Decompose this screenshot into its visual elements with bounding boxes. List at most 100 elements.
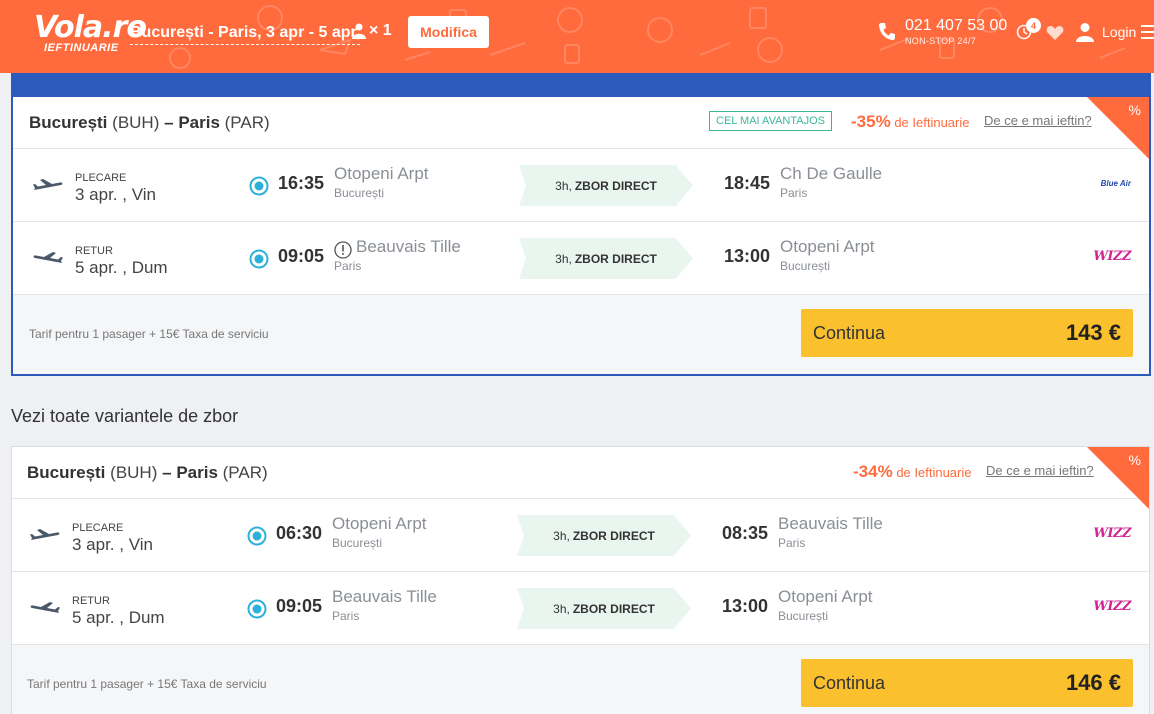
arrival-time: 13:00 — [724, 246, 771, 266]
continue-button[interactable]: Continua 146 € — [801, 659, 1133, 707]
arrival-airport: Beauvais Tille — [778, 514, 883, 533]
continue-label: Continua — [813, 322, 886, 343]
discount-label: -34% de Ieftinuarie — [853, 462, 971, 482]
passenger-count-label: × 1 — [369, 22, 392, 39]
destination-city: Paris — [178, 113, 220, 132]
outbound-leg[interactable]: PLECARE 3 apr. , Vin 06:30 Otopeni Arpt … — [12, 499, 1149, 572]
person-icon — [352, 23, 366, 39]
arrival-city: București — [780, 259, 831, 273]
departure-airport: Beauvais Tille — [332, 587, 437, 606]
airline-logo: Blue Air — [1100, 179, 1131, 188]
departure-time: 09:05 — [278, 246, 325, 266]
menu-icon[interactable] — [1141, 24, 1154, 40]
continue-button[interactable]: Continua 143 € — [801, 309, 1133, 357]
discount-label: -35% de Ieftinuarie — [851, 112, 969, 132]
passenger-count[interactable]: × 1 — [352, 22, 392, 40]
continue-label: Continua — [813, 672, 886, 693]
fare-note: Tarif pentru 1 pasager + 15€ Taxa de ser… — [29, 327, 269, 341]
direct-flight-label: ZBOR DIRECT — [574, 251, 657, 266]
arrival-airport: Ch De Gaulle — [780, 164, 883, 183]
phone-number[interactable]: 021 407 53 00 — [905, 17, 1007, 35]
top-header: Vola.ro IEFTINUARIE București - Paris, 3… — [0, 0, 1154, 73]
selected-radio-icon[interactable] — [249, 176, 269, 196]
heart-icon[interactable] — [1046, 25, 1064, 40]
direct-flight-label: ZBOR DIRECT — [572, 601, 655, 616]
flight-duration-badge: 3h, ZBOR DIRECT — [519, 165, 693, 206]
flight-offer-card: București (BUH) – Paris (PAR) CEL MAI AV… — [11, 97, 1151, 376]
plane-departure-icon — [30, 529, 60, 540]
flight-duration: 3h, — [555, 251, 572, 266]
destination-city: Paris — [176, 463, 218, 482]
discount-text: de Ieftinuarie — [894, 115, 970, 130]
airline-logo: WIZZ — [1093, 599, 1131, 614]
return-leg[interactable]: RETUR 5 apr. , Dum 09:05 Beauvais Tille … — [12, 572, 1149, 645]
why-cheaper-link[interactable]: De ce e mai ieftin? — [984, 113, 1092, 128]
card-header: București (BUH) – Paris (PAR) -34% de Ie… — [12, 447, 1149, 509]
featured-offer-bar — [11, 73, 1151, 97]
best-value-badge: CEL MAI AVANTAJOS — [709, 111, 833, 131]
outbound-leg[interactable]: PLECARE 3 apr. , Vin 16:35 Otopeni Arpt … — [13, 149, 1149, 222]
route-title: București (BUH) – Paris (PAR) — [27, 463, 268, 483]
arrival-airport: Otopeni Arpt — [778, 587, 873, 606]
selected-radio-icon[interactable] — [247, 526, 267, 546]
leg-date: 5 apr. , Dum — [72, 608, 165, 627]
arrival-city: București — [778, 609, 829, 623]
return-leg[interactable]: RETUR 5 apr. , Dum 09:05 Beauvais Tille … — [13, 222, 1149, 295]
leg-type-label: PLECARE — [75, 172, 127, 184]
discount-percent: -35% — [851, 112, 891, 131]
selected-radio-icon[interactable] — [249, 249, 269, 269]
origin-city: București — [29, 113, 108, 132]
flight-offer-card: București (BUH) – Paris (PAR) -34% de Ie… — [11, 446, 1150, 714]
airline-logo: WIZZ — [1093, 526, 1131, 541]
arrival-time: 18:45 — [724, 173, 771, 193]
flight-duration: 3h, — [555, 178, 572, 193]
leg-date: 3 apr. , Vin — [75, 185, 156, 204]
leg-date: 3 apr. , Vin — [72, 535, 153, 554]
card-header: București (BUH) – Paris (PAR) CEL MAI AV… — [13, 97, 1149, 159]
departure-time: 16:35 — [278, 173, 325, 193]
arrival-city: Paris — [778, 536, 806, 550]
percent-icon: % — [1128, 452, 1141, 468]
departure-airport: Otopeni Arpt — [332, 514, 427, 533]
vola-logo[interactable]: Vola.ro IEFTINUARIE — [12, 8, 147, 64]
departure-city: București — [334, 186, 385, 200]
route-title: București (BUH) – Paris (PAR) — [29, 113, 270, 133]
selected-radio-icon[interactable] — [247, 599, 267, 619]
history-count-badge: 4 — [1026, 18, 1041, 33]
price: 146 € — [1065, 670, 1121, 695]
departure-airport: Otopeni Arpt — [334, 164, 429, 183]
departure-time: 09:05 — [276, 596, 323, 616]
why-cheaper-link[interactable]: De ce e mai ieftin? — [986, 463, 1094, 478]
departure-city: Paris — [334, 259, 362, 273]
origin-code: (BUH) — [110, 463, 158, 482]
discount-text: de Ieftinuarie — [896, 465, 972, 480]
departure-time: 06:30 — [276, 523, 323, 543]
search-summary[interactable]: București - Paris, 3 apr - 5 apr, — [130, 24, 361, 45]
logo-tagline: IEFTINUARIE — [44, 42, 119, 54]
arrival-time: 13:00 — [722, 596, 769, 616]
leg-type-label: RETUR — [75, 245, 113, 257]
arrival-time: 08:35 — [722, 523, 769, 543]
flight-duration: 3h, — [553, 601, 570, 616]
flight-duration-badge: 3h, ZBOR DIRECT — [517, 588, 691, 629]
departure-city: București — [332, 536, 383, 550]
destination-code: (PAR) — [222, 463, 268, 482]
direct-flight-label: ZBOR DIRECT — [572, 528, 655, 543]
departure-airport: Beauvais Tille — [356, 237, 461, 256]
departure-city: Paris — [332, 609, 360, 623]
airline-logo: WIZZ — [1093, 249, 1131, 264]
warning-icon[interactable] — [334, 241, 352, 259]
arrival-city: Paris — [780, 186, 808, 200]
leg-type-label: PLECARE — [72, 522, 124, 534]
fare-note: Tarif pentru 1 pasager + 15€ Taxa de ser… — [27, 677, 267, 691]
user-icon[interactable] — [1076, 22, 1094, 42]
section-title: Vezi toate variantele de zbor — [11, 406, 239, 426]
login-link[interactable]: Login — [1102, 24, 1136, 40]
plane-departure-icon — [33, 179, 63, 190]
modify-search-button[interactable]: Modifica — [408, 16, 489, 48]
origin-city: București — [27, 463, 106, 482]
plane-arrival-icon — [30, 602, 60, 613]
card-footer: Tarif pentru 1 pasager + 15€ Taxa de ser… — [13, 295, 1149, 374]
direct-flight-label: ZBOR DIRECT — [574, 178, 657, 193]
route-dash: – — [162, 463, 172, 482]
